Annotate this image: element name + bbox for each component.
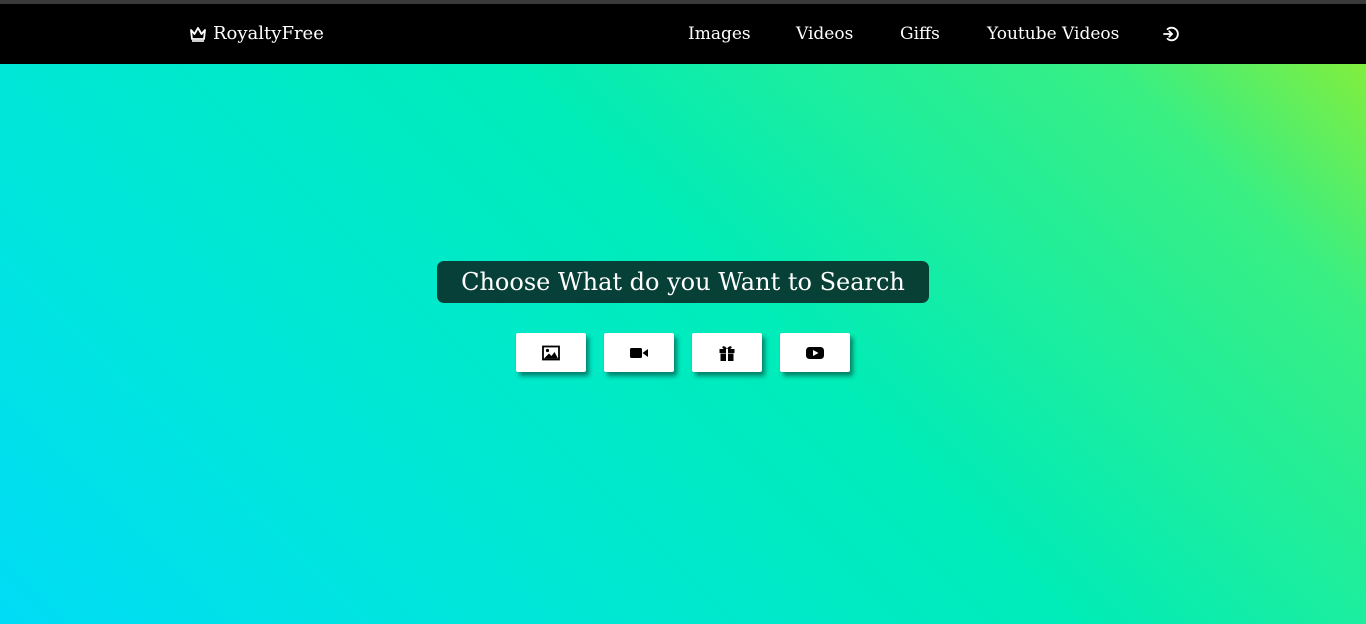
search-giffs-button[interactable] — [692, 333, 762, 372]
nav-link-giffs[interactable]: Giffs — [900, 22, 940, 46]
crown-icon — [189, 26, 207, 42]
nav-link-videos[interactable]: Videos — [796, 22, 853, 46]
search-youtube-button[interactable] — [780, 333, 850, 372]
brand-name: RoyaltyFree — [213, 23, 324, 44]
search-images-button[interactable] — [516, 333, 586, 372]
brand-logo[interactable]: RoyaltyFree — [189, 22, 324, 46]
logout-icon[interactable] — [1161, 24, 1181, 44]
youtube-icon — [805, 346, 825, 360]
nav-link-youtube-videos[interactable]: Youtube Videos — [987, 22, 1119, 46]
search-videos-button[interactable] — [604, 333, 674, 372]
nav-link-images[interactable]: Images — [688, 22, 751, 46]
image-icon — [542, 345, 560, 361]
page-heading: Choose What do you Want to Search — [437, 261, 929, 303]
navbar: RoyaltyFree Images Videos Giffs Youtube … — [0, 4, 1366, 64]
gift-icon — [718, 344, 736, 362]
video-camera-icon — [629, 346, 649, 360]
